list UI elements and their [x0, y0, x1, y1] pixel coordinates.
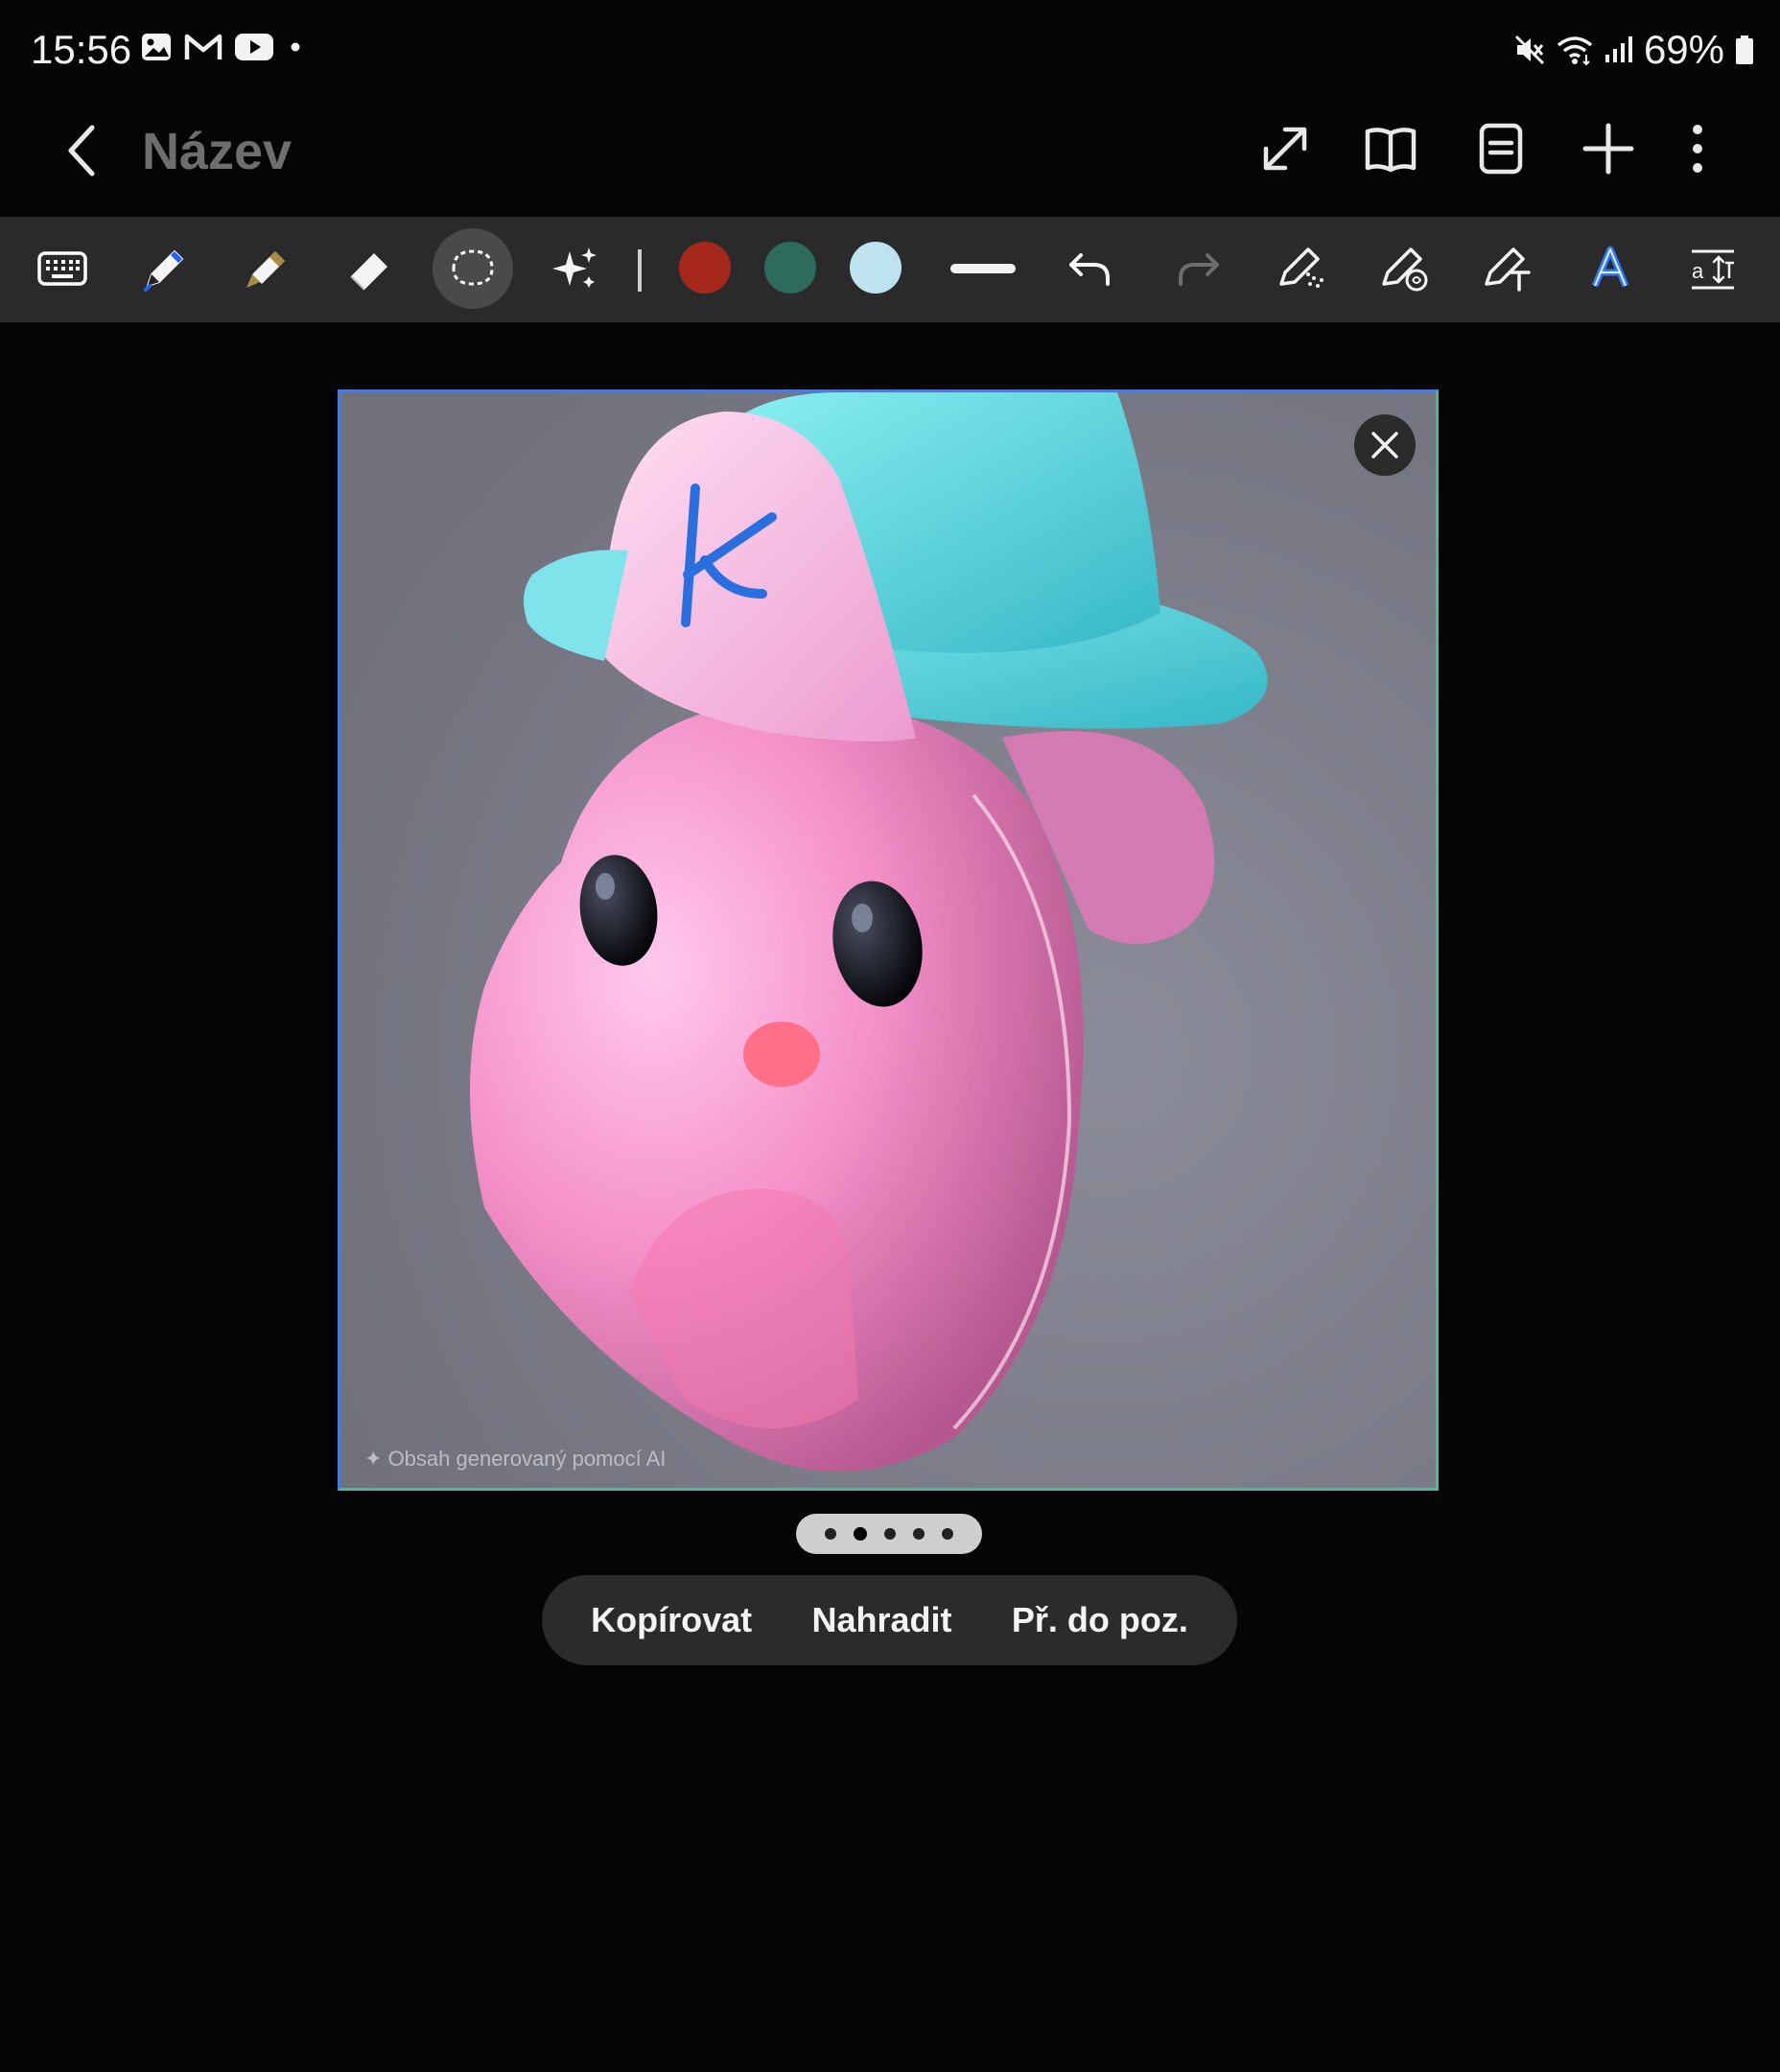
toolbar-separator	[638, 249, 642, 292]
shape-recognize-button[interactable]	[1262, 228, 1343, 309]
text-convert-icon	[1485, 247, 1531, 292]
page-dot-active[interactable]	[854, 1527, 867, 1541]
ai-assist-icon	[552, 247, 597, 288]
text-convert-button[interactable]	[1467, 228, 1548, 309]
gmail-icon	[184, 34, 222, 59]
redo-icon	[1179, 253, 1219, 286]
ai-content-label: ✦ Obsah generovaný pomocí AI	[364, 1447, 666, 1472]
drawing-assist-icon	[1382, 247, 1428, 292]
add-icon	[1582, 123, 1634, 175]
undo-button[interactable]	[1050, 228, 1131, 309]
ai-generated-image[interactable]: K	[338, 389, 1439, 1491]
page-dot[interactable]	[942, 1528, 953, 1540]
stroke-width-button[interactable]	[943, 228, 1023, 309]
highlighter-icon	[246, 251, 285, 288]
close-icon	[1371, 432, 1398, 459]
dot-icon	[291, 42, 300, 52]
drawing-assist-button[interactable]	[1365, 228, 1445, 309]
page-dot[interactable]	[884, 1528, 896, 1540]
note-title[interactable]: Název	[142, 122, 292, 181]
mute-icon	[1514, 35, 1544, 65]
keyboard-icon	[37, 251, 87, 286]
more-icon	[1693, 125, 1702, 173]
app-bar: Název	[0, 101, 1780, 216]
add-button[interactable]	[1580, 120, 1637, 177]
ai-assist-tool[interactable]	[535, 228, 616, 309]
note-icon	[1479, 123, 1523, 175]
page-dot[interactable]	[913, 1528, 925, 1540]
shape-recognize-icon	[1279, 247, 1323, 288]
notification-icons	[140, 31, 305, 63]
gallery-icon	[142, 34, 171, 60]
ai-content-label-text: Obsah generovaný pomocí AI	[387, 1447, 667, 1471]
image-context-menu: Kopírovat Nahradit Př. do poz.	[542, 1575, 1237, 1665]
expand-icon	[1263, 127, 1307, 171]
battery-percent: 69%	[1643, 27, 1724, 72]
undo-icon	[1069, 253, 1110, 286]
book-view-button[interactable]	[1362, 120, 1419, 177]
more-options-button[interactable]	[1669, 120, 1726, 177]
lasso-icon	[452, 249, 494, 286]
note-view-button[interactable]	[1472, 120, 1530, 177]
text-format-icon: a	[1692, 249, 1734, 290]
character-illustration	[340, 392, 1436, 1488]
youtube-icon	[235, 34, 273, 60]
color-swatch-light-blue[interactable]	[850, 242, 902, 294]
signal-icon	[1604, 36, 1632, 62]
font-button[interactable]	[1570, 228, 1651, 309]
set-as-background-button[interactable]: Př. do poz.	[1012, 1600, 1188, 1640]
replace-button[interactable]: Nahradit	[811, 1600, 951, 1640]
redo-button[interactable]	[1158, 228, 1238, 309]
status-bar: 15:56 69%	[0, 0, 1780, 101]
system-status: 69%	[1513, 27, 1755, 73]
image-page-indicator[interactable]	[796, 1514, 982, 1554]
stroke-width-icon	[950, 264, 1016, 273]
keyboard-button[interactable]	[22, 228, 103, 309]
eraser-tool[interactable]	[330, 228, 410, 309]
page-dot[interactable]	[825, 1528, 836, 1540]
close-image-button[interactable]	[1354, 414, 1416, 476]
back-button[interactable]	[56, 122, 113, 179]
svg-text:a: a	[1692, 259, 1704, 283]
lasso-tool[interactable]	[433, 228, 513, 309]
font-icon	[1591, 246, 1629, 288]
expand-button[interactable]	[1256, 120, 1314, 177]
book-icon	[1365, 128, 1417, 173]
eraser-icon	[350, 253, 387, 291]
drawing-toolbar: a	[0, 217, 1780, 322]
pen-tool[interactable]	[125, 228, 205, 309]
color-swatch-green[interactable]	[764, 242, 816, 294]
wifi-icon	[1557, 36, 1593, 66]
status-time: 15:56	[31, 27, 132, 72]
text-format-button[interactable]: a	[1673, 228, 1753, 309]
battery-icon	[1736, 35, 1753, 64]
highlighter-tool[interactable]	[227, 228, 308, 309]
color-swatch-red[interactable]	[679, 242, 731, 294]
pen-icon	[144, 249, 184, 292]
chevron-left-icon	[68, 125, 95, 177]
copy-button[interactable]: Kopírovat	[591, 1600, 752, 1640]
sparkle-icon: ✦	[364, 1447, 383, 1471]
